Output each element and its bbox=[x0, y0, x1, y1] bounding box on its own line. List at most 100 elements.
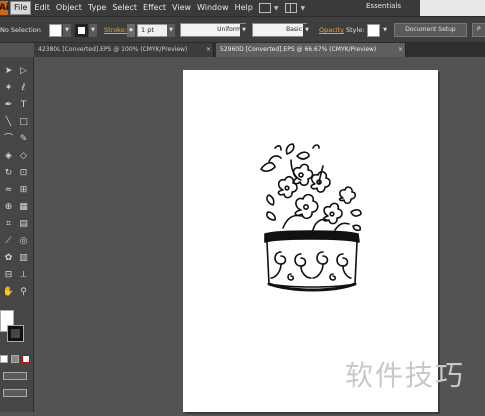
screen-mode-icon[interactable] bbox=[3, 389, 27, 397]
preferences-button[interactable]: P bbox=[472, 23, 485, 37]
artboard-tool-icon[interactable]: ⊟ bbox=[2, 269, 15, 282]
blend-tool-icon[interactable]: ◎ bbox=[17, 235, 30, 248]
pen-tool-icon[interactable]: ✒ bbox=[2, 99, 15, 112]
profile-dropdown-icon[interactable]: ▼ bbox=[240, 24, 248, 37]
scale-tool-icon[interactable]: ⊡ bbox=[17, 167, 30, 180]
tool-row: ↻ ⊡ bbox=[0, 165, 34, 182]
menu-edit[interactable]: Edit bbox=[31, 0, 53, 16]
chevron-down-icon: ▼ bbox=[273, 4, 279, 12]
style-dropdown-icon[interactable]: ▼ bbox=[381, 24, 389, 37]
swirl-shape bbox=[336, 253, 349, 267]
fill-dropdown-icon[interactable]: ▼ bbox=[63, 24, 71, 37]
menu-effect[interactable]: Effect bbox=[140, 0, 169, 16]
tool-row: ⟋ ◎ bbox=[0, 233, 34, 250]
color-mode-icon[interactable] bbox=[0, 355, 8, 363]
menu-object[interactable]: Object bbox=[53, 0, 85, 16]
workspace-switcher[interactable]: Essentials bbox=[366, 2, 401, 10]
variable-width-profile[interactable]: Uniform bbox=[180, 23, 246, 37]
style-label: Style: bbox=[346, 26, 365, 34]
graphic-style-swatch[interactable] bbox=[367, 24, 380, 37]
selection-tool-icon[interactable]: ➤ bbox=[2, 65, 15, 78]
stroke-dropdown-icon[interactable]: ▼ bbox=[89, 24, 97, 37]
tool-row: ✒ T bbox=[0, 97, 34, 114]
rectangle-tool-icon[interactable]: □ bbox=[17, 116, 30, 129]
paintbrush-tool-icon[interactable]: ⌒ bbox=[2, 133, 15, 146]
stroke-weight-field[interactable]: 1 pt bbox=[137, 24, 169, 37]
selection-status: No Selection bbox=[0, 26, 41, 34]
stroke-weight-stepper[interactable]: ◆ bbox=[127, 24, 135, 37]
leaf-shape bbox=[296, 151, 310, 160]
fill-color-swatch[interactable] bbox=[49, 24, 62, 37]
brush-definition[interactable]: Basic bbox=[252, 23, 307, 37]
stroke-weight-dropdown-icon[interactable]: ▼ bbox=[167, 24, 175, 37]
drawing-mode-icon[interactable] bbox=[3, 372, 27, 380]
mesh-tool-icon[interactable]: ⌗ bbox=[2, 218, 15, 231]
menu-select[interactable]: Select bbox=[109, 0, 140, 16]
swirl-shape bbox=[294, 253, 307, 267]
control-bar: No Selection ▼ ▼ Stroke: ◆ 1 pt ▼ Unifor… bbox=[0, 16, 485, 43]
direct-selection-tool-icon[interactable]: ▷ bbox=[17, 65, 30, 78]
close-icon[interactable]: × bbox=[398, 43, 403, 57]
perspective-grid-tool-icon[interactable]: ▦ bbox=[17, 201, 30, 214]
swirl-shape bbox=[316, 251, 329, 265]
menu-window[interactable]: Window bbox=[194, 0, 232, 16]
bridge-icon[interactable] bbox=[258, 3, 271, 13]
symbol-sprayer-tool-icon[interactable]: ✿ bbox=[2, 252, 15, 265]
tab-label: 42380L [Converted].EPS @ 100% (CMYK/Prev… bbox=[38, 46, 188, 53]
eyedropper-tool-icon[interactable]: ⟋ bbox=[2, 235, 15, 248]
menu-type[interactable]: Type bbox=[85, 0, 109, 16]
tools-panel: ➤ ▷ ✶ ℓ ✒ T ╲ □ ⌒ ✎ ◈ ◇ ↻ ⊡ ≈ ⊞ ⊕ ▦ ⌗ ▤ … bbox=[0, 57, 34, 412]
document-tab-bar: 42380L [Converted].EPS @ 100% (CMYK/Prev… bbox=[34, 43, 485, 57]
menu-view[interactable]: View bbox=[169, 0, 194, 16]
column-graph-tool-icon[interactable]: ▥ bbox=[17, 252, 30, 265]
search-field[interactable] bbox=[420, 0, 485, 16]
zoom-tool-icon[interactable]: ⚲ bbox=[17, 286, 30, 299]
tool-row: ◈ ◇ bbox=[0, 148, 34, 165]
tool-row: ➤ ▷ bbox=[0, 63, 34, 80]
type-tool-icon[interactable]: T bbox=[17, 99, 30, 112]
stroke-panel-link[interactable]: Stroke: bbox=[104, 26, 127, 34]
pencil-tool-icon[interactable]: ✎ bbox=[17, 133, 30, 146]
slice-tool-icon[interactable]: ⟂ bbox=[17, 269, 30, 282]
tool-row: ╲ □ bbox=[0, 114, 34, 131]
leaf-shape bbox=[260, 161, 276, 172]
profile-label: Uniform bbox=[217, 26, 241, 33]
tool-row: ⌗ ▤ bbox=[0, 216, 34, 233]
tool-row: ✶ ℓ bbox=[0, 80, 34, 97]
hand-tool-icon[interactable]: ✋ bbox=[2, 286, 15, 299]
opacity-link[interactable]: Opacity bbox=[319, 26, 344, 34]
lasso-tool-icon[interactable]: ℓ bbox=[17, 82, 30, 95]
blob-brush-tool-icon[interactable]: ◈ bbox=[2, 150, 15, 163]
free-transform-tool-icon[interactable]: ⊞ bbox=[17, 184, 30, 197]
eraser-tool-icon[interactable]: ◇ bbox=[17, 150, 30, 163]
stroke-color-swatch[interactable] bbox=[75, 24, 88, 37]
leaf-shape bbox=[285, 143, 295, 155]
menu-file[interactable]: File bbox=[10, 1, 32, 15]
width-tool-icon[interactable]: ≈ bbox=[2, 184, 15, 197]
magic-wand-tool-icon[interactable]: ✶ bbox=[2, 82, 15, 95]
brush-dropdown-icon[interactable]: ▼ bbox=[303, 24, 311, 37]
tool-row: ⊕ ▦ bbox=[0, 199, 34, 216]
line-segment-tool-icon[interactable]: ╲ bbox=[2, 116, 15, 129]
menu-help[interactable]: Help bbox=[232, 0, 256, 16]
illustrator-window: Ai File Edit Object Type Select Effect V… bbox=[0, 0, 485, 412]
flower-shape bbox=[338, 186, 357, 205]
leaf-shape bbox=[350, 209, 362, 217]
gradient-mode-icon[interactable] bbox=[11, 355, 19, 363]
rotate-tool-icon[interactable]: ↻ bbox=[2, 167, 15, 180]
arrange-documents-icon[interactable] bbox=[285, 3, 298, 13]
gradient-tool-icon[interactable]: ▤ bbox=[17, 218, 30, 231]
tab-document-1[interactable]: 42380L [Converted].EPS @ 100% (CMYK/Prev… bbox=[34, 43, 214, 57]
menu-bar: Ai File Edit Object Type Select Effect V… bbox=[0, 0, 485, 16]
close-icon[interactable]: × bbox=[206, 43, 211, 57]
tab-document-2[interactable]: 52960D [Converted].EPS @ 66.67% (CMYK/Pr… bbox=[216, 43, 406, 57]
tool-row: ✿ ▥ bbox=[0, 250, 34, 267]
tool-row: ⌒ ✎ bbox=[0, 131, 34, 148]
document-setup-button[interactable]: Document Setup bbox=[394, 23, 467, 37]
shape-builder-tool-icon[interactable]: ⊕ bbox=[2, 201, 15, 214]
pot-rim bbox=[264, 230, 360, 243]
stroke-color-box[interactable] bbox=[7, 325, 24, 342]
leaf-shape bbox=[352, 224, 362, 232]
none-mode-icon[interactable] bbox=[22, 355, 30, 363]
app-logo: Ai bbox=[0, 1, 10, 15]
